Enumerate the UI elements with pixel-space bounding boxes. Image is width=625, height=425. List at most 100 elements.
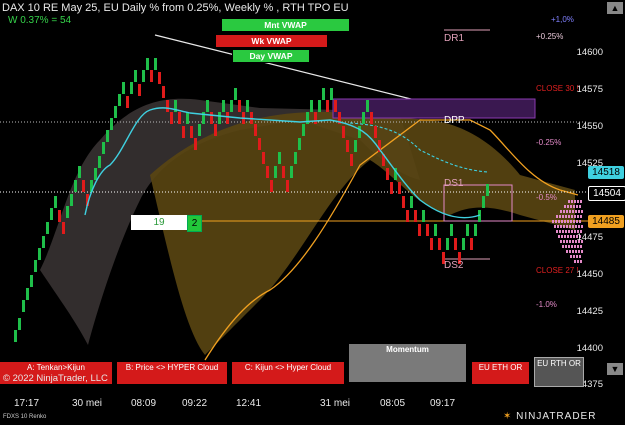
pct-minus1: -1.0% — [536, 300, 557, 309]
x-tick: 09:17 — [430, 398, 456, 409]
tpo-block — [566, 250, 568, 253]
price-box-orange: 14485 — [588, 215, 624, 228]
renko-brick — [42, 236, 45, 248]
renko-brick — [446, 238, 449, 250]
renko-brick — [46, 222, 49, 234]
renko-brick — [218, 112, 221, 124]
tpo-block — [564, 220, 566, 223]
renko-brick — [94, 168, 97, 180]
renko-brick — [370, 112, 373, 124]
tpo-block — [571, 200, 573, 203]
renko-brick — [138, 84, 141, 96]
renko-brick — [434, 224, 437, 236]
renko-brick — [30, 275, 33, 287]
instrument-footer: FDXS 10 Renko — [3, 414, 47, 420]
renko-brick — [346, 140, 349, 152]
x-tick: 31 mei — [320, 398, 351, 409]
eu-rth-or-button[interactable]: EU RTH OR — [534, 357, 584, 387]
renko-brick — [126, 96, 129, 108]
wk-vwap-button[interactable]: Wk VWAP — [215, 34, 328, 48]
tpo-block — [571, 245, 573, 248]
scroll-down-icon[interactable]: ▼ — [607, 363, 623, 375]
tpo-block — [577, 245, 579, 248]
pct-close30: CLOSE 30 ! — [536, 84, 579, 93]
y-tick: 14600 — [576, 47, 603, 58]
tpo-block — [580, 245, 582, 248]
x-tick: 12:41 — [236, 398, 262, 409]
x-tick: 08:09 — [131, 398, 157, 409]
y-tick: 14425 — [576, 306, 603, 317]
day-vwap-button[interactable]: Day VWAP — [232, 49, 310, 63]
renko-brick — [454, 238, 457, 250]
tpo-block — [580, 260, 582, 263]
tpo-block — [572, 225, 574, 228]
pct-minus05: -0.5% — [536, 193, 557, 202]
tpo-block — [573, 205, 575, 208]
x-tick: 09:22 — [182, 398, 208, 409]
y-tick: 14400 — [576, 343, 603, 354]
tpo-block — [568, 230, 570, 233]
tpo-block — [575, 250, 577, 253]
renko-brick — [62, 222, 65, 234]
tpo-block — [570, 235, 572, 238]
renko-brick — [226, 112, 229, 124]
tpo-block — [578, 210, 580, 213]
renko-brick — [342, 126, 345, 138]
tpo-block — [562, 245, 564, 248]
tpo-block — [577, 200, 579, 203]
renko-brick — [198, 124, 201, 136]
tpo-block — [559, 230, 561, 233]
tpo-block — [579, 220, 581, 223]
renko-brick — [286, 180, 289, 192]
renko-brick — [302, 124, 305, 136]
tpo-block — [564, 205, 566, 208]
renko-brick — [386, 168, 389, 180]
renko-brick — [390, 182, 393, 194]
tpo-block — [569, 240, 571, 243]
hyper-cloud — [150, 111, 575, 355]
kijun-hyper-cloud-button[interactable]: C: Kijun <> Hyper Cloud — [232, 362, 344, 384]
renko-brick — [298, 138, 301, 150]
tpo-block — [555, 220, 557, 223]
tpo-block — [559, 215, 561, 218]
scroll-up-icon[interactable]: ▲ — [607, 2, 623, 14]
renko-brick — [158, 72, 161, 84]
renko-brick — [74, 180, 77, 192]
price-hyper-cloud-button[interactable]: B: Price <> HYPER Cloud — [117, 362, 227, 384]
mnt-vwap-button[interactable]: Mnt VWAP — [221, 18, 350, 32]
y-tick: 14575 — [576, 84, 603, 95]
tpo-block — [573, 235, 575, 238]
eu-eth-or-button[interactable]: EU ETH OR — [472, 362, 529, 384]
renko-brick — [130, 82, 133, 94]
renko-brick — [270, 180, 273, 192]
renko-brick — [410, 196, 413, 208]
renko-brick — [466, 224, 469, 236]
renko-brick — [206, 100, 209, 112]
tpo-block — [577, 260, 579, 263]
tpo-block — [572, 240, 574, 243]
renko-brick — [170, 112, 173, 124]
renko-brick — [290, 166, 293, 178]
tpo-block — [570, 255, 572, 258]
renko-brick — [266, 166, 269, 178]
renko-brick — [134, 70, 137, 82]
renko-brick — [26, 288, 29, 300]
ds1-label: DS1 — [444, 178, 464, 189]
renko-brick — [470, 238, 473, 250]
renko-brick — [322, 88, 325, 100]
tpo-block — [581, 250, 583, 253]
tpo-block — [566, 225, 568, 228]
momentum-button[interactable]: Momentum — [349, 344, 466, 382]
y-tick: 14450 — [576, 269, 603, 280]
tpo-block — [577, 215, 579, 218]
pct-plus025: +0.25% — [536, 32, 564, 41]
renko-brick — [214, 124, 217, 136]
renko-brick — [22, 300, 25, 312]
renko-brick — [330, 88, 333, 100]
renko-brick — [422, 210, 425, 222]
y-tick: 14550 — [576, 121, 603, 132]
tpo-block — [569, 210, 571, 213]
tpo-block — [558, 235, 560, 238]
tpo-block — [560, 225, 562, 228]
tpo-block — [571, 230, 573, 233]
